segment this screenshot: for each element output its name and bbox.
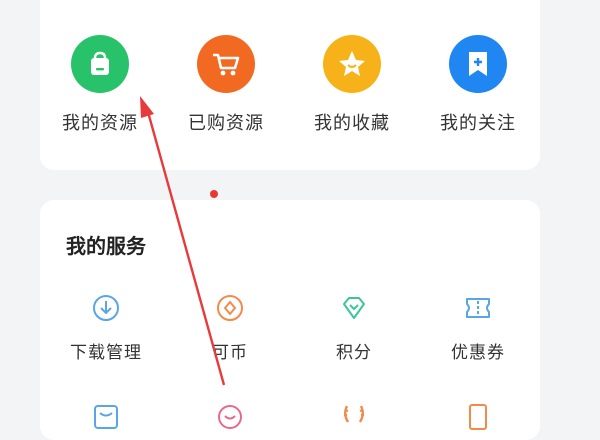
- laurel-button[interactable]: [294, 400, 414, 432]
- points-label: 积分: [336, 343, 372, 363]
- smile-icon: [218, 405, 242, 429]
- coupon-label: 优惠券: [451, 343, 505, 363]
- card-button[interactable]: [418, 400, 538, 432]
- points-button[interactable]: 积分: [294, 292, 414, 363]
- my-follows-button[interactable]: 我的关注: [418, 35, 538, 145]
- my-resources-button[interactable]: 我的资源: [40, 35, 160, 145]
- diamond-icon: [343, 297, 365, 319]
- notification-dot: [210, 190, 218, 198]
- my-follows-label: 我的关注: [440, 113, 516, 134]
- card-icon: [469, 404, 487, 430]
- download-manager-button[interactable]: 下载管理: [46, 292, 166, 363]
- download-manager-label: 下载管理: [70, 343, 142, 363]
- coupon-icon: [466, 298, 490, 318]
- laurel-icon: [344, 405, 364, 423]
- purchased-resources-button[interactable]: 已购资源: [166, 35, 286, 145]
- star-icon: [323, 35, 381, 93]
- services-title: 我的服务: [66, 234, 146, 258]
- coin-label: 可币: [212, 343, 248, 363]
- right-edge-strip: [588, 0, 600, 420]
- inbox-icon: [94, 405, 118, 429]
- download-icon: [93, 295, 119, 321]
- shopping-cart-icon: [197, 35, 255, 93]
- services-card: 我的服务 下载管理 可币 积分 优惠券: [40, 200, 540, 440]
- my-favorites-button[interactable]: 我的收藏: [292, 35, 412, 145]
- coupon-button[interactable]: 优惠券: [418, 292, 538, 363]
- bookmark-plus-icon: [449, 35, 507, 93]
- my-favorites-label: 我的收藏: [314, 113, 390, 134]
- my-resources-label: 我的资源: [62, 113, 138, 134]
- inbox-button[interactable]: [46, 400, 166, 432]
- purchased-resources-label: 已购资源: [188, 113, 264, 134]
- smile-button[interactable]: [170, 400, 290, 432]
- coin-icon: [217, 295, 243, 321]
- shopping-bag-icon: [71, 35, 129, 93]
- coin-button[interactable]: 可币: [170, 292, 290, 363]
- quick-actions-card: 我的资源 已购资源 我的收藏 我的关注: [40, 0, 540, 170]
